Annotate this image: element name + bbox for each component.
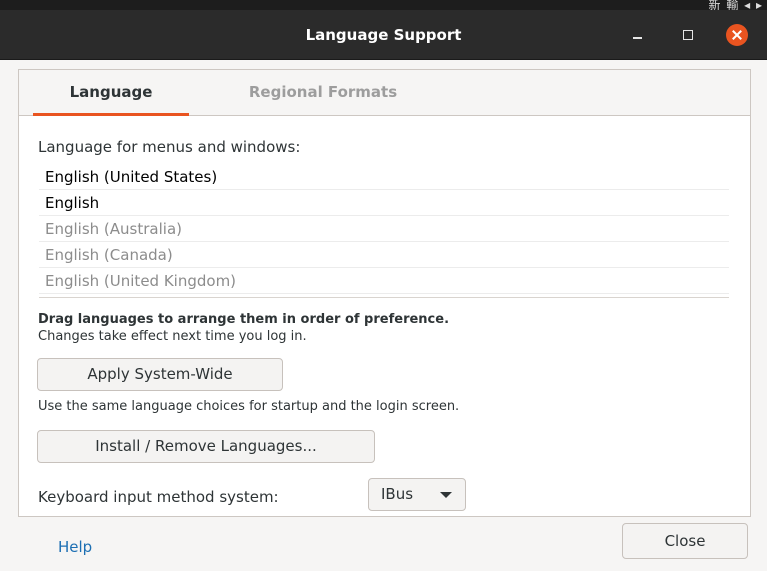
tab-bar: Language Regional Formats [19, 70, 750, 116]
language-list: English (United States) English English … [39, 164, 729, 298]
title-bar[interactable]: Language Support [0, 10, 767, 60]
minimize-icon[interactable] [627, 24, 649, 46]
keyboard-input-label: Keyboard input method system: [38, 488, 279, 506]
close-button[interactable]: Close [622, 523, 748, 559]
language-list-label: Language for menus and windows: [38, 138, 301, 156]
apply-system-wide-button[interactable]: Apply System-Wide [37, 358, 283, 391]
language-item[interactable]: English [39, 190, 729, 216]
language-item[interactable]: English (United Kingdom) [39, 268, 729, 294]
install-remove-languages-button[interactable]: Install / Remove Languages... [37, 430, 375, 463]
tab-regional-formats[interactable]: Regional Formats [215, 70, 431, 115]
system-top-bar: 新 輸 ◂ ▸ [0, 0, 767, 12]
effect-hint: Changes take effect next time you log in… [38, 329, 307, 344]
chevron-down-icon [440, 492, 452, 498]
window-title: Language Support [305, 26, 462, 44]
keyboard-input-select[interactable]: IBus [368, 478, 466, 511]
drag-hint: Drag languages to arrange them in order … [38, 312, 450, 327]
keyboard-input-value: IBus [381, 485, 414, 503]
language-item[interactable]: English (Canada) [39, 242, 729, 268]
language-support-window: Language Support Language Regional Forma… [0, 10, 767, 571]
close-window-icon[interactable] [726, 24, 748, 46]
maximize-icon[interactable] [677, 24, 699, 46]
system-wide-hint: Use the same language choices for startu… [38, 399, 460, 414]
language-item[interactable]: English (United States) [39, 164, 729, 190]
tab-language[interactable]: Language [33, 70, 189, 116]
language-item[interactable]: English (Australia) [39, 216, 729, 242]
notebook-panel: Language Regional Formats Language for m… [18, 69, 751, 517]
help-link[interactable]: Help [58, 538, 92, 556]
